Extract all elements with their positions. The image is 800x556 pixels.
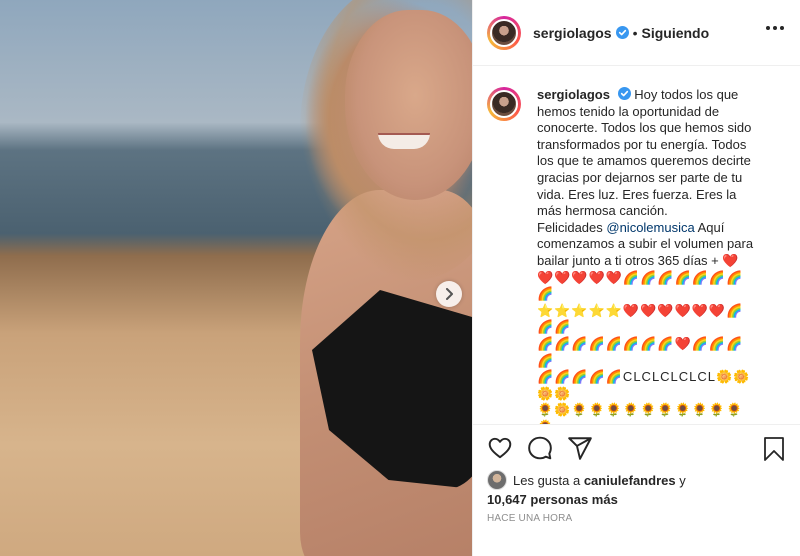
caption-line2-prefix: Felicidades (537, 219, 607, 235)
caption-username[interactable]: sergiolagos (537, 87, 610, 102)
caption-body: Hoy todos los que hemos tenido la oportu… (537, 87, 752, 219)
emoji-line: ❤️❤️❤️❤️❤️🌈🌈🌈🌈🌈🌈🌈🌈 (537, 269, 744, 302)
emoji-line: ⭐⭐⭐⭐⭐❤️❤️❤️❤️❤️❤️🌈🌈🌈 (537, 302, 744, 335)
caption-row: sergiolagos Hoy todos los que hemos teni… (487, 87, 786, 424)
photo-figure-smile (378, 133, 430, 149)
follow-status-button[interactable]: Siguiendo (642, 25, 710, 41)
next-image-button[interactable] (436, 281, 462, 307)
avatar-image (490, 18, 518, 47)
avatar-image (490, 90, 518, 118)
verified-badge-icon (615, 26, 629, 39)
likes-connector: y (675, 473, 686, 488)
chevron-right-icon (446, 288, 453, 300)
emoji-line: 🌈🌈🌈🌈🌈CLCLCLCLCL🌼🌼🌼🌼 (537, 369, 751, 401)
likes-count[interactable]: 10,647 personas más (487, 492, 618, 507)
share-icon[interactable] (567, 435, 593, 461)
avatar[interactable] (487, 15, 521, 50)
emoji-block: ❤️❤️❤️❤️❤️🌈🌈🌈🌈🌈🌈🌈🌈 ⭐⭐⭐⭐⭐❤️❤️❤️❤️❤️❤️🌈🌈🌈 … (537, 270, 759, 424)
separator-dot: • (632, 24, 638, 41)
post-photo[interactable] (0, 0, 472, 556)
comment-icon[interactable] (527, 435, 553, 461)
bookmark-icon[interactable] (762, 436, 786, 462)
mention-link[interactable]: @nicolemusica (606, 220, 694, 235)
emoji-line: 🌻🌼🌻🌻🌻🌻🌻🌻🌻🌻🌻🌻🌻 (537, 402, 744, 424)
more-options-icon[interactable] (766, 26, 784, 30)
post-sidebar: sergiolagos • Siguiendo sergiolagos Hoy … (472, 0, 800, 556)
liker-avatar[interactable] (487, 470, 507, 490)
post-time-ago[interactable]: HACE UNA HORA (487, 513, 572, 524)
heart-icon[interactable] (487, 435, 513, 461)
header-username[interactable]: sergiolagos (533, 25, 612, 41)
caption-avatar[interactable] (487, 87, 521, 121)
caption-area: sergiolagos Hoy todos los que hemos teni… (473, 67, 800, 424)
likes-section: Les gusta a caniulefandres y 10,647 pers… (487, 470, 786, 509)
post-header: sergiolagos • Siguiendo (473, 0, 800, 66)
liker-username[interactable]: caniulefandres (584, 473, 676, 488)
likes-prefix: Les gusta a (513, 473, 584, 488)
emoji-line: 🌈🌈🌈🌈🌈🌈🌈🌈❤️🌈🌈🌈🌈 (537, 335, 744, 368)
caption-text: sergiolagos Hoy todos los que hemos teni… (537, 87, 759, 424)
action-bar (473, 424, 800, 470)
verified-badge-icon (617, 87, 631, 100)
instagram-post: sergiolagos • Siguiendo sergiolagos Hoy … (0, 0, 800, 556)
